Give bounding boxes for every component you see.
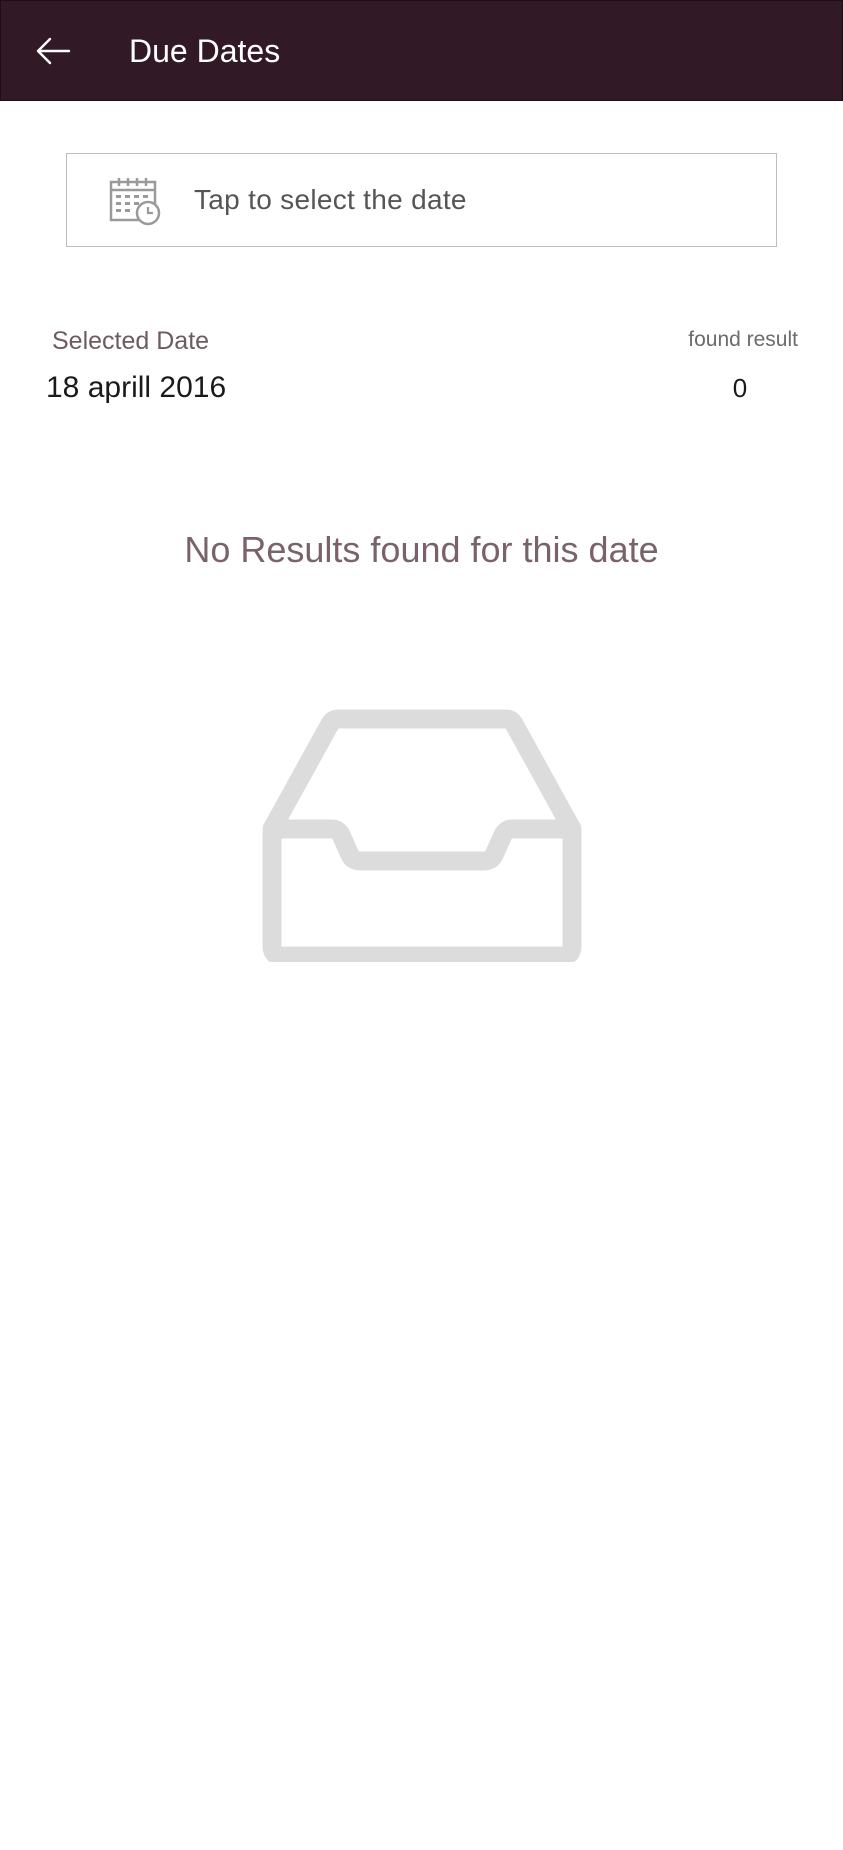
arrow-left-icon — [36, 37, 71, 65]
selected-date-label: Selected Date — [52, 327, 210, 355]
app-bar: Due Dates — [0, 0, 843, 101]
calendar-clock-icon — [109, 178, 161, 226]
found-result-label: found result — [688, 328, 798, 351]
empty-inbox-icon — [262, 709, 582, 962]
date-picker-field[interactable]: Tap to select the date — [66, 153, 777, 247]
back-button[interactable] — [23, 21, 83, 81]
page-title: Due Dates — [129, 33, 281, 69]
date-picker-placeholder: Tap to select the date — [194, 184, 467, 215]
found-result-count: 0 — [732, 373, 748, 403]
selected-date-value: 18 aprill 2016 — [46, 371, 227, 404]
empty-state-message: No Results found for this date — [184, 529, 659, 570]
